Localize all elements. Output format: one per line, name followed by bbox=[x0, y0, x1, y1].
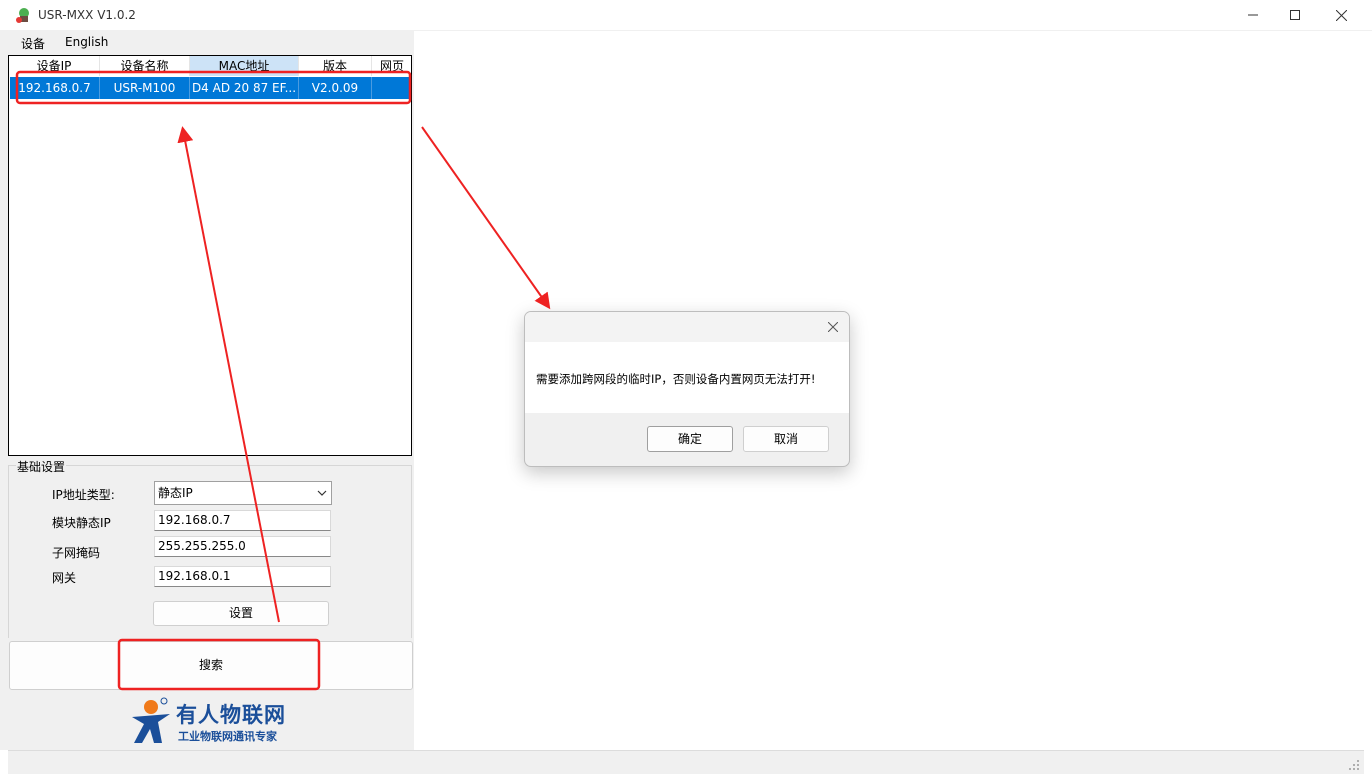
resize-grip-icon[interactable] bbox=[1348, 759, 1360, 771]
cell-ip: 192.168.0.7 bbox=[10, 77, 100, 99]
subnet-field[interactable]: 255.255.255.0 bbox=[154, 536, 331, 557]
window-title: USR-MXX V1.0.2 bbox=[38, 8, 136, 22]
ok-button[interactable]: 确定 bbox=[647, 426, 733, 452]
col-header-name[interactable]: 设备名称 bbox=[100, 56, 190, 76]
menu-device[interactable]: 设备 bbox=[21, 35, 45, 52]
gateway-field[interactable]: 192.168.0.1 bbox=[154, 566, 331, 587]
menu-english[interactable]: English bbox=[65, 35, 108, 49]
table-row[interactable]: 192.168.0.7 USR-M100 D4 AD 20 87 EF... V… bbox=[10, 77, 411, 99]
app-icon bbox=[16, 8, 29, 23]
device-list[interactable]: 设备IP 设备名称 MAC地址 版本 网页 192.168.0.7 USR-M1… bbox=[8, 55, 412, 456]
dialog-titlebar bbox=[525, 312, 849, 342]
cell-name: USR-M100 bbox=[100, 77, 190, 99]
dialog-body: 需要添加跨网段的临时IP，否则设备内置网页无法打开! bbox=[525, 342, 849, 413]
ip-type-label: IP地址类型: bbox=[52, 488, 115, 502]
ip-type-value: 静态IP bbox=[158, 486, 193, 500]
logo-main-text: 有人物联网 bbox=[176, 703, 286, 727]
logo: 有人物联网 工业物联网通讯专家 bbox=[128, 697, 308, 745]
dialog-close-button[interactable] bbox=[823, 317, 843, 337]
col-header-web[interactable]: 网页 bbox=[372, 56, 411, 76]
status-bar bbox=[8, 750, 1364, 774]
menubar: 设备 English bbox=[0, 30, 414, 54]
col-header-version[interactable]: 版本 bbox=[299, 56, 372, 76]
minimize-icon bbox=[1248, 14, 1258, 16]
ip-type-select[interactable]: 静态IP bbox=[154, 481, 332, 505]
static-ip-label: 模块静态IP bbox=[52, 516, 111, 530]
search-button[interactable]: 搜索 bbox=[9, 641, 413, 690]
maximize-icon bbox=[1290, 10, 1300, 20]
gateway-label: 网关 bbox=[52, 571, 77, 585]
dialog-message: 需要添加跨网段的临时IP，否则设备内置网页无法打开! bbox=[536, 372, 816, 386]
logo-person-icon bbox=[132, 697, 170, 743]
left-panel: 设备 English 设备IP 设备名称 MAC地址 版本 网页 192.168… bbox=[0, 30, 414, 750]
cell-mac: D4 AD 20 87 EF... bbox=[190, 77, 299, 99]
maximize-button[interactable] bbox=[1272, 0, 1318, 30]
basic-settings-legend: 基础设置 bbox=[16, 458, 67, 475]
annotation-arrow-dialog bbox=[421, 126, 551, 310]
cell-version: V2.0.09 bbox=[299, 77, 372, 99]
col-header-ip[interactable]: 设备IP bbox=[9, 56, 100, 76]
subnet-label: 子网掩码 bbox=[52, 546, 101, 560]
set-button[interactable]: 设置 bbox=[153, 601, 329, 626]
close-button[interactable] bbox=[1318, 0, 1364, 30]
confirm-dialog: 需要添加跨网段的临时IP，否则设备内置网页无法打开! 确定 取消 bbox=[524, 311, 850, 467]
logo-sub-text: 工业物联网通讯专家 bbox=[178, 730, 277, 743]
list-header: 设备IP 设备名称 MAC地址 版本 网页 bbox=[9, 56, 411, 76]
close-icon bbox=[1335, 9, 1347, 21]
minimize-button[interactable] bbox=[1230, 0, 1276, 30]
cell-web[interactable] bbox=[372, 77, 411, 99]
cancel-button[interactable]: 取消 bbox=[743, 426, 829, 452]
chevron-down-icon bbox=[317, 490, 327, 496]
col-header-mac[interactable]: MAC地址 bbox=[190, 56, 299, 76]
close-icon bbox=[828, 322, 838, 332]
static-ip-field[interactable]: 192.168.0.7 bbox=[154, 510, 331, 531]
window-titlebar: USR-MXX V1.0.2 bbox=[0, 0, 1372, 31]
